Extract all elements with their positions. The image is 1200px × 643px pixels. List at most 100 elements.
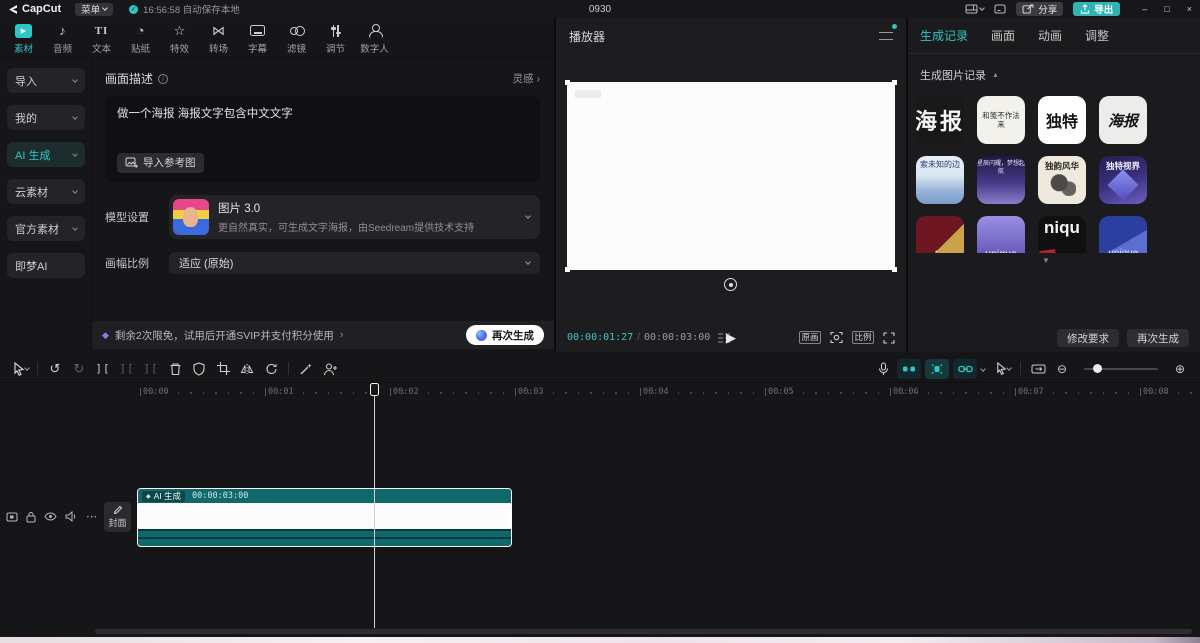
timeline-ruler[interactable]: 00:0000:0100:0200:0300:0400:0500:0600:07… (95, 385, 1200, 400)
menu-button[interactable]: 菜单 (75, 3, 113, 16)
generated-image-thumb[interactable]: 和笺不作法来 (977, 96, 1025, 144)
timeline-clip-ai-image[interactable]: ◆ AI 生成 00:00:03:00 (137, 488, 512, 547)
more-options-icon[interactable]: ⋯ (86, 510, 97, 523)
timeline-zoom-slider[interactable] (1084, 368, 1158, 370)
clip-trim-handle[interactable] (507, 513, 510, 526)
generated-images-section[interactable]: 生成图片记录 ▲ (908, 54, 1200, 83)
redo-button[interactable]: ↻ (67, 358, 91, 380)
aspect-ratio-select[interactable]: 适应 (原始) (169, 252, 540, 274)
auto-snap-toggle[interactable] (897, 359, 921, 379)
regenerate-button[interactable]: 再次生成 (1127, 329, 1189, 347)
fit-timeline-button[interactable] (1026, 358, 1050, 380)
sidebar-item-ai-generate[interactable]: AI 生成 (7, 142, 85, 167)
record-voiceover-button[interactable] (871, 358, 895, 380)
undo-button[interactable]: ↺ (43, 358, 67, 380)
smart-tools-button[interactable] (294, 358, 318, 380)
mask-button[interactable] (187, 358, 211, 380)
zoom-in-button[interactable]: ⊕ (1168, 358, 1192, 380)
quality-badge[interactable]: 原画 (799, 331, 821, 344)
nav-transition[interactable]: ⋈ 转场 (199, 18, 238, 57)
mirror-button[interactable] (235, 358, 259, 380)
generated-image-thumb[interactable]: 星辰闪耀，梦想起航 (977, 156, 1025, 204)
playhead-handle[interactable] (370, 383, 379, 396)
player-menu-icon[interactable] (879, 32, 893, 40)
tab-generation-history[interactable]: 生成记录 (920, 27, 968, 44)
chevron-right-icon[interactable]: › (340, 329, 344, 341)
generated-image-thumb[interactable]: 索未知的边 (916, 156, 964, 204)
main-track-magnet-toggle[interactable] (925, 359, 949, 379)
generated-image-thumb[interactable]: 海报 (916, 96, 964, 144)
nav-media[interactable]: ▶ 素材 (4, 18, 43, 57)
nav-text[interactable]: TI 文本 (82, 18, 121, 57)
generated-image-thumb[interactable]: niqu (1038, 216, 1086, 253)
zoom-slider-handle[interactable] (1093, 364, 1102, 373)
chevron-down-icon[interactable] (980, 366, 986, 372)
layout-switch-button[interactable] (965, 4, 984, 14)
select-tool-button[interactable] (8, 358, 32, 380)
nav-effects[interactable]: ☆ 特效 (160, 18, 199, 57)
sidebar-item-import[interactable]: 导入 (7, 68, 85, 93)
nav-filters[interactable]: 滤镜 (277, 18, 316, 57)
generate-again-button[interactable]: 再次生成 (466, 325, 544, 345)
split-button[interactable]: ][ (91, 358, 115, 380)
rotate-button[interactable] (259, 358, 283, 380)
modify-request-button[interactable]: 修改要求 (1057, 329, 1119, 347)
export-button[interactable]: 导出 (1073, 2, 1120, 16)
tab-picture[interactable]: 画面 (991, 27, 1015, 44)
ratio-badge[interactable]: 比例 (852, 331, 874, 344)
generated-image-thumb[interactable]: unique (1099, 216, 1147, 253)
delete-left-button[interactable]: ][ (115, 358, 139, 380)
preview-canvas[interactable] (567, 82, 895, 270)
delete-button[interactable] (163, 358, 187, 380)
inspiration-link[interactable]: 灵感 › (513, 71, 541, 86)
generated-image-thumb[interactable]: unique (977, 216, 1025, 253)
generated-image-thumb[interactable]: unique (916, 216, 964, 253)
nav-audio[interactable]: ♪ 音频 (43, 18, 82, 57)
sidebar-item-cloud[interactable]: 云素材 (7, 179, 85, 204)
resize-handle[interactable] (892, 267, 897, 272)
nav-sticker[interactable]: ◔ 贴纸 (121, 18, 160, 57)
focus-icon[interactable] (830, 331, 843, 344)
rotate-handle[interactable] (724, 278, 737, 291)
tab-adjust[interactable]: 调整 (1085, 27, 1109, 44)
generated-image-thumb[interactable]: 海报 (1099, 96, 1147, 144)
play-button[interactable]: ▶ (726, 330, 736, 346)
prompt-input[interactable]: 做一个海报 海报文字包含中文文字 导入参考图 (105, 96, 540, 182)
lock-track-icon[interactable] (26, 511, 36, 523)
resize-handle[interactable] (565, 267, 570, 272)
minimize-button[interactable]: – (1142, 4, 1147, 14)
nav-captions[interactable]: 字幕 (238, 18, 277, 57)
auto-link-toggle[interactable] (953, 359, 977, 379)
nav-avatar[interactable]: 数字人 (355, 18, 394, 57)
hide-track-icon[interactable] (44, 512, 57, 521)
preview-axis-button[interactable] (991, 358, 1015, 380)
ruler-minor-tick (365, 392, 367, 394)
import-reference-button[interactable]: 导入参考图 (117, 153, 204, 173)
timeline-horizontal-scrollbar[interactable] (95, 629, 1192, 634)
resize-handle[interactable] (892, 80, 897, 85)
sidebar-item-official[interactable]: 官方素材 (7, 216, 85, 241)
crop-button[interactable] (211, 358, 235, 380)
maximize-button[interactable]: □ (1164, 4, 1169, 14)
fullscreen-icon[interactable] (883, 332, 895, 344)
resize-handle[interactable] (565, 80, 570, 85)
delete-right-button[interactable]: ][ (139, 358, 163, 380)
generated-image-thumb[interactable]: 独韵风华 (1038, 156, 1086, 204)
nav-adjust[interactable]: 调节 (316, 18, 355, 57)
grid-expand-icon[interactable]: ▼ (1042, 256, 1050, 265)
track-type-icon[interactable] (6, 512, 18, 522)
sidebar-item-mine[interactable]: 我的 (7, 105, 85, 130)
model-select[interactable]: 图片 3.0 更自然真实，可生成文字海报，由Seedream提供技术支持 (169, 195, 540, 239)
add-avatar-button[interactable] (318, 358, 342, 380)
pencil-icon (113, 505, 123, 515)
share-button[interactable]: 分享 (1016, 2, 1063, 16)
tab-animation[interactable]: 动画 (1038, 27, 1062, 44)
generated-image-thumb[interactable]: 独特 (1038, 96, 1086, 144)
sidebar-item-jimeng-ai[interactable]: 即梦AI (7, 253, 85, 278)
generated-image-thumb[interactable]: 独特视界 (1099, 156, 1147, 204)
close-button[interactable]: × (1187, 4, 1192, 14)
mute-track-icon[interactable] (65, 511, 78, 522)
zoom-out-button[interactable]: ⊖ (1050, 358, 1074, 380)
cover-button[interactable]: 封面 (104, 502, 131, 532)
release-notes-button[interactable] (994, 4, 1006, 14)
